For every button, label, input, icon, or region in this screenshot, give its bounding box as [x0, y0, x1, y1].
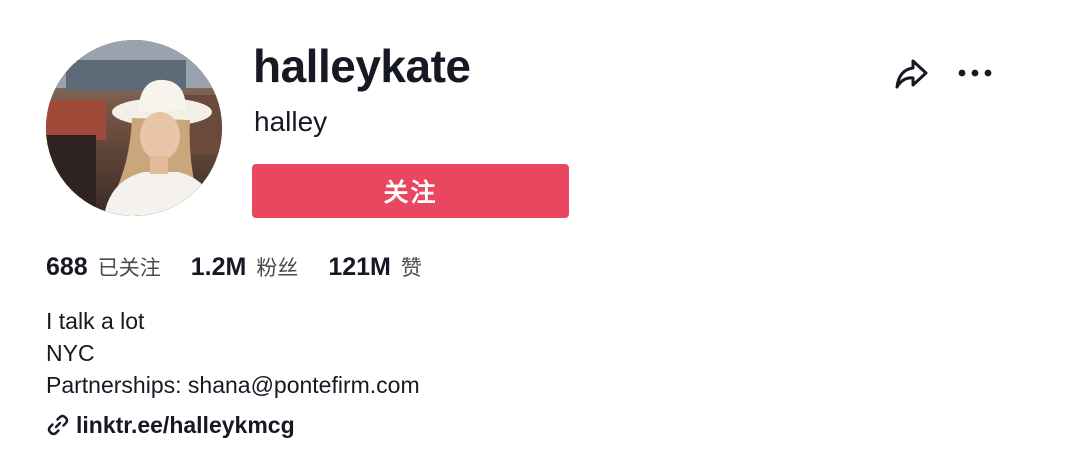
nickname: halley	[254, 106, 328, 137]
link-icon	[46, 413, 70, 437]
stats-row: 688 已关注 1.2M 粉丝 121M 赞	[46, 252, 452, 288]
stat-value: 1.2M	[190, 253, 247, 281]
link-text: linktr.ee/halleykmcg	[76, 411, 295, 438]
stat-value: 688	[46, 253, 88, 281]
more-dots-icon[interactable]	[957, 58, 993, 88]
share-arrow-icon[interactable]	[893, 56, 929, 92]
stat-label: 粉丝	[256, 256, 299, 280]
stat-label: 已关注	[97, 256, 161, 280]
stat-following[interactable]: 688 已关注	[46, 252, 161, 282]
username: halleykate	[253, 40, 471, 92]
stat-followers[interactable]: 1.2M 粉丝	[191, 252, 299, 282]
avatar-photo	[46, 40, 222, 216]
bio-link[interactable]: linktr.ee/halleykmcg	[46, 408, 295, 442]
stat-likes[interactable]: 121M 赞	[328, 252, 422, 282]
avatar[interactable]	[46, 40, 222, 216]
stat-value: 121M	[328, 253, 391, 281]
bio-line: NYC	[46, 340, 95, 366]
bio-line: Partnerships: shana@pontefirm.com	[46, 372, 420, 398]
bio-line: I talk a lot	[46, 308, 145, 334]
follow-button[interactable]: 关注	[252, 164, 569, 218]
bio: I talk a lot NYC Partnerships: shana@pon…	[46, 305, 420, 401]
stat-label: 赞	[400, 256, 422, 280]
